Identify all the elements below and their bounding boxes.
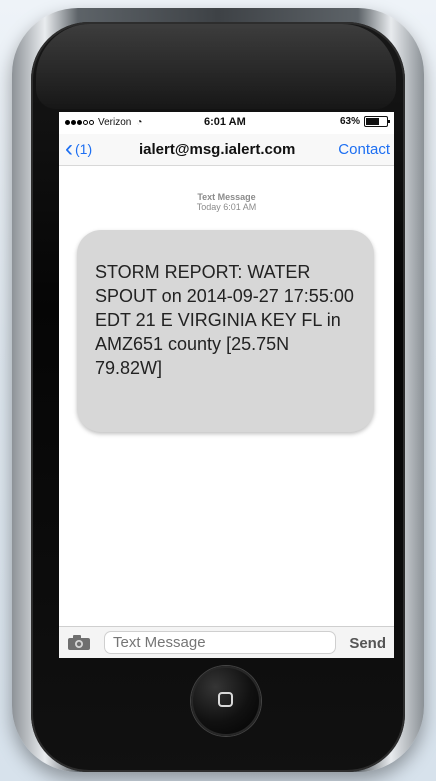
battery-group: 63%	[339, 116, 390, 127]
back-count: (1)	[75, 141, 93, 157]
battery-percentage: 63%	[339, 116, 360, 127]
phone-screen: Verizon ◔ 6:01 AM 63% ‹ (1) ialert@msg.i…	[59, 112, 394, 658]
text-message-input[interactable]	[104, 631, 336, 654]
status-time: 6:01 AM	[204, 116, 246, 128]
message-timestamp: Today 6:01 AM	[196, 202, 257, 212]
back-button[interactable]: ‹ (1)	[65, 135, 93, 162]
contact-button[interactable]: Contact	[338, 141, 390, 158]
received-message-bubble: STORM REPORT: WATER SPOUT on 2014-09-27 …	[77, 230, 374, 432]
conversation-title: ialert@msg.ialert.com	[139, 141, 296, 158]
message-meta: Text Message Today 6:01 AM	[59, 192, 394, 212]
message-text: STORM REPORT: WATER SPOUT on 2014-09-27 …	[95, 262, 354, 378]
conversation-header: ‹ (1) ialert@msg.ialert.com Contact	[59, 134, 394, 166]
signal-strength-icon	[65, 120, 95, 125]
message-type-label: Text Message	[197, 192, 256, 202]
home-button[interactable]	[191, 666, 261, 736]
carrier-group: Verizon ◔	[65, 117, 142, 128]
home-button-icon	[218, 692, 233, 707]
battery-icon	[364, 116, 390, 127]
message-composer: Send	[59, 626, 394, 658]
wifi-icon: ◔	[136, 117, 143, 128]
phone-gloss	[36, 24, 396, 109]
carrier-name: Verizon	[98, 117, 132, 128]
chevron-left-icon: ‹	[65, 135, 73, 162]
camera-icon[interactable]	[67, 634, 91, 651]
send-button[interactable]: Send	[349, 635, 386, 652]
status-bar: Verizon ◔ 6:01 AM 63%	[59, 112, 394, 134]
